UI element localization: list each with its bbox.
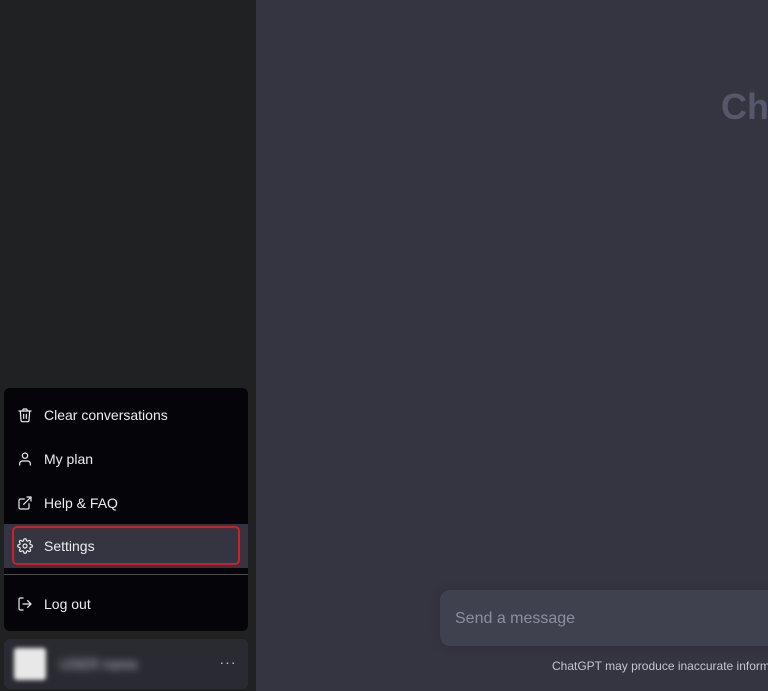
- menu-item-label: My plan: [44, 451, 94, 467]
- menu-item-my-plan[interactable]: My plan: [4, 437, 248, 481]
- logout-icon: [16, 595, 34, 613]
- user-icon: [16, 450, 34, 468]
- account-menu: Clear conversations My plan Help & FAQ S…: [4, 388, 248, 631]
- menu-item-log-out[interactable]: Log out: [4, 582, 248, 626]
- external-link-icon: [16, 494, 34, 512]
- app-window: Clear conversations My plan Help & FAQ S…: [0, 0, 768, 691]
- menu-divider: [4, 574, 248, 575]
- message-composer: [440, 590, 768, 646]
- user-name: USER name: [60, 656, 138, 672]
- trash-icon: [16, 406, 34, 424]
- disclaimer-text: ChatGPT may produce inaccurate informati…: [552, 659, 768, 673]
- menu-item-clear-conversations[interactable]: Clear conversations: [4, 393, 248, 437]
- menu-item-help-faq[interactable]: Help & FAQ: [4, 481, 248, 525]
- gear-icon: [16, 537, 34, 555]
- menu-item-label: Clear conversations: [44, 407, 168, 423]
- menu-item-settings[interactable]: Settings: [4, 524, 248, 568]
- sidebar: Clear conversations My plan Help & FAQ S…: [0, 0, 256, 691]
- menu-item-label: Help & FAQ: [44, 495, 118, 511]
- main-panel: ChatGPT ChatGPT may produce inaccurate i…: [256, 0, 768, 691]
- more-options-icon[interactable]: ···: [218, 654, 238, 674]
- user-account-button[interactable]: USER name ···: [4, 639, 248, 689]
- hero-title: ChatGPT: [721, 86, 768, 127]
- menu-item-label: Settings: [44, 538, 95, 554]
- avatar: [14, 648, 46, 680]
- message-input[interactable]: [455, 608, 755, 630]
- menu-item-label: Log out: [44, 596, 91, 612]
